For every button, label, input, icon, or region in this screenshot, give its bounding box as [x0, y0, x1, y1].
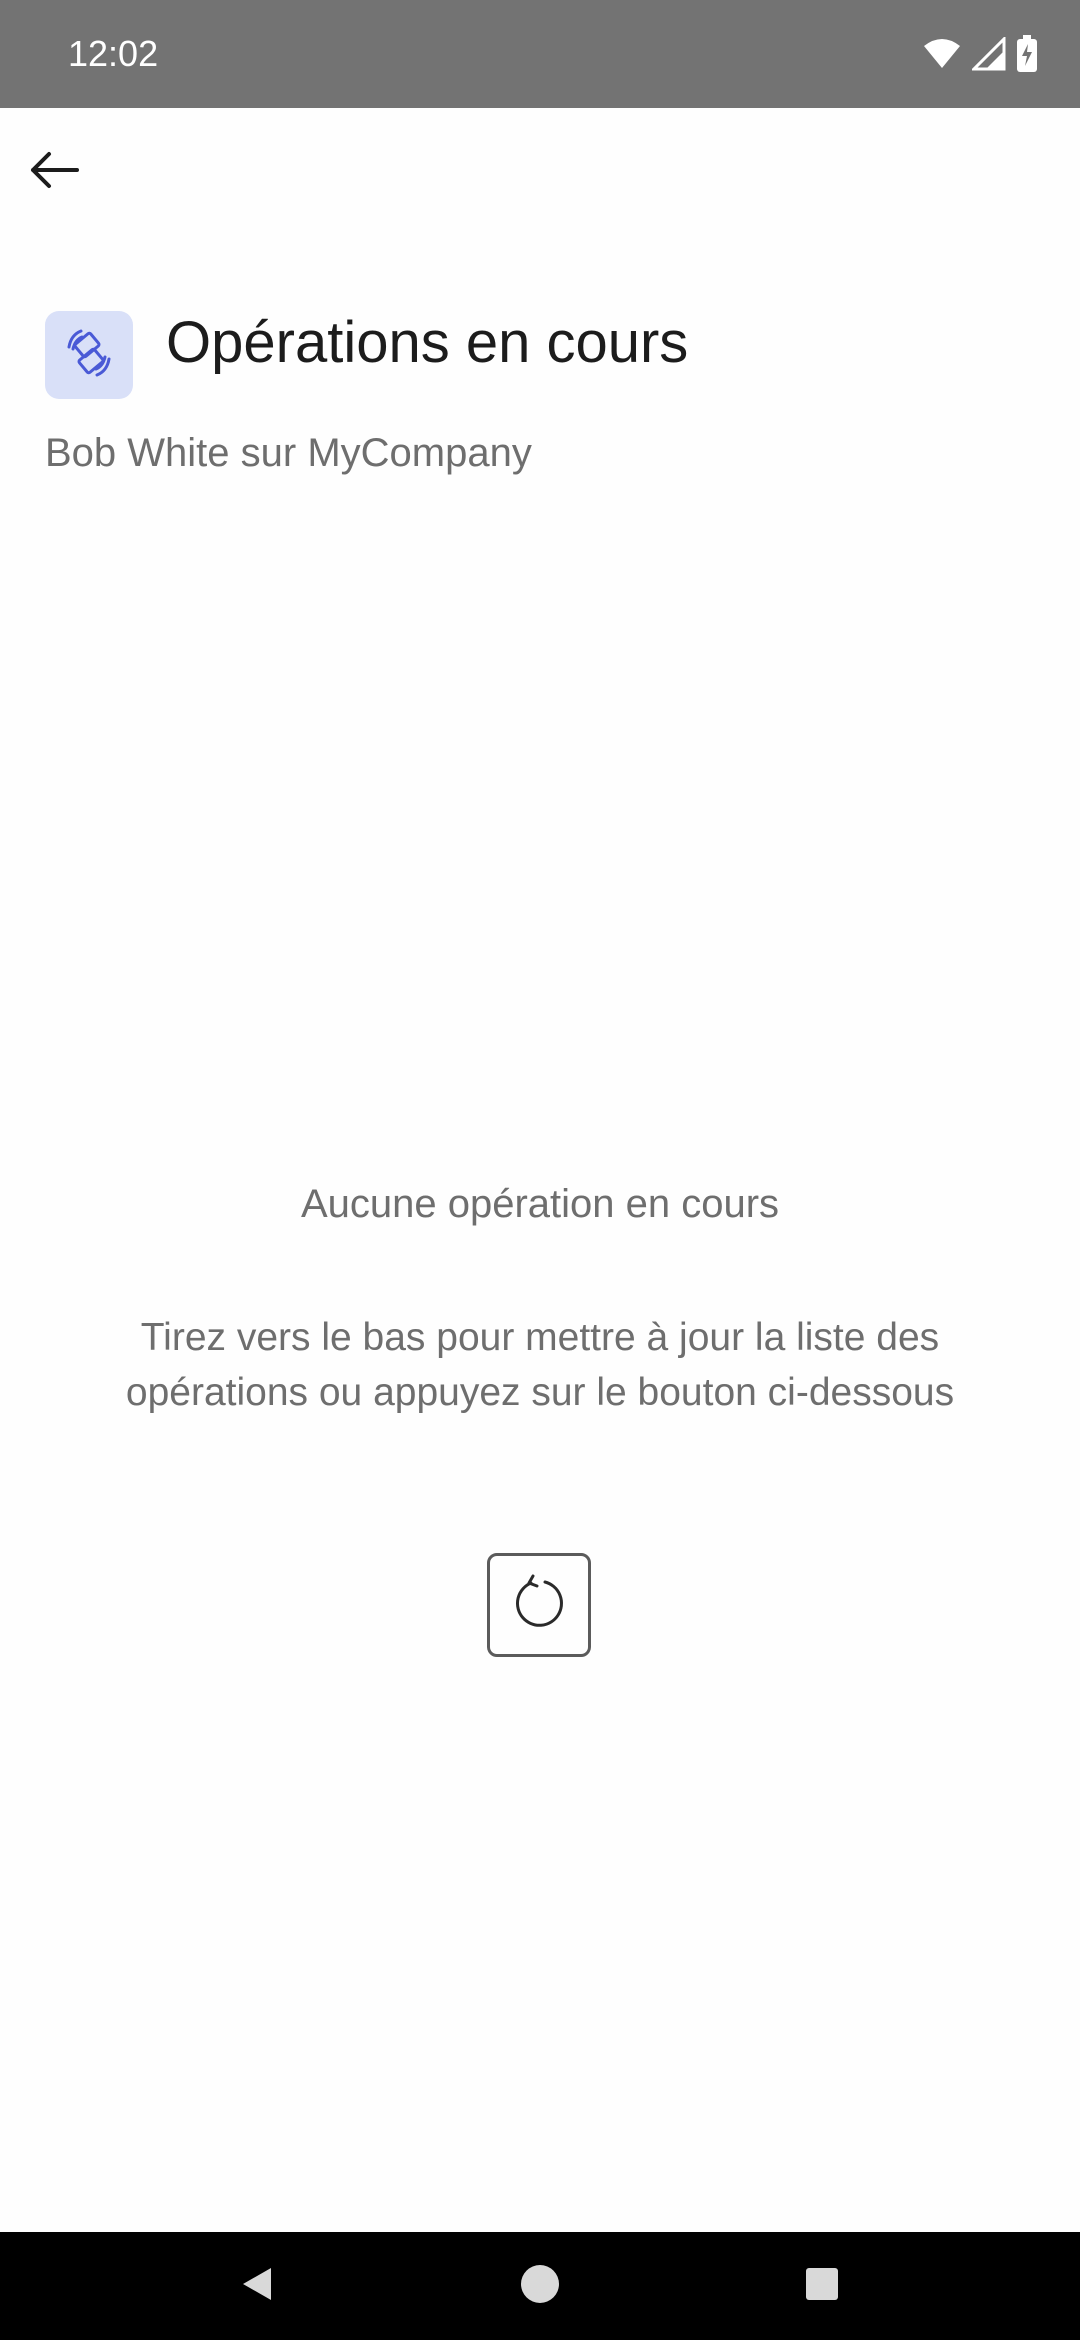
- page-title: Opérations en cours: [166, 310, 689, 375]
- status-icons: [922, 32, 1038, 76]
- status-bar: 12:02: [0, 0, 1080, 108]
- wifi-icon: [922, 38, 962, 70]
- back-button[interactable]: [14, 132, 94, 212]
- back-triangle-icon: [237, 2264, 277, 2309]
- battery-charging-icon: [1016, 35, 1038, 73]
- empty-state-title: Aucune opération en cours: [300, 1182, 780, 1226]
- system-nav-bar: [0, 2232, 1080, 2340]
- nav-back-button[interactable]: [221, 2250, 293, 2322]
- page-subtitle: Bob White sur MyCompany: [45, 431, 532, 475]
- operations-icon-container: [45, 311, 133, 399]
- screen: 12:02 Opérations en cours Bob White sur …: [0, 0, 1080, 2340]
- nav-recents-button[interactable]: [786, 2250, 858, 2322]
- home-circle-icon: [518, 2262, 562, 2311]
- refresh-button[interactable]: [487, 1553, 591, 1657]
- status-time: 12:02: [68, 33, 159, 74]
- arrow-left-icon: [27, 150, 81, 195]
- recents-square-icon: [802, 2264, 842, 2309]
- nav-home-button[interactable]: [504, 2250, 576, 2322]
- empty-state-description: Tirez vers le bas pour mettre à jour la …: [125, 1316, 955, 1414]
- signal-icon: [972, 37, 1006, 71]
- operations-icon: [59, 323, 119, 388]
- refresh-icon: [509, 1573, 569, 1638]
